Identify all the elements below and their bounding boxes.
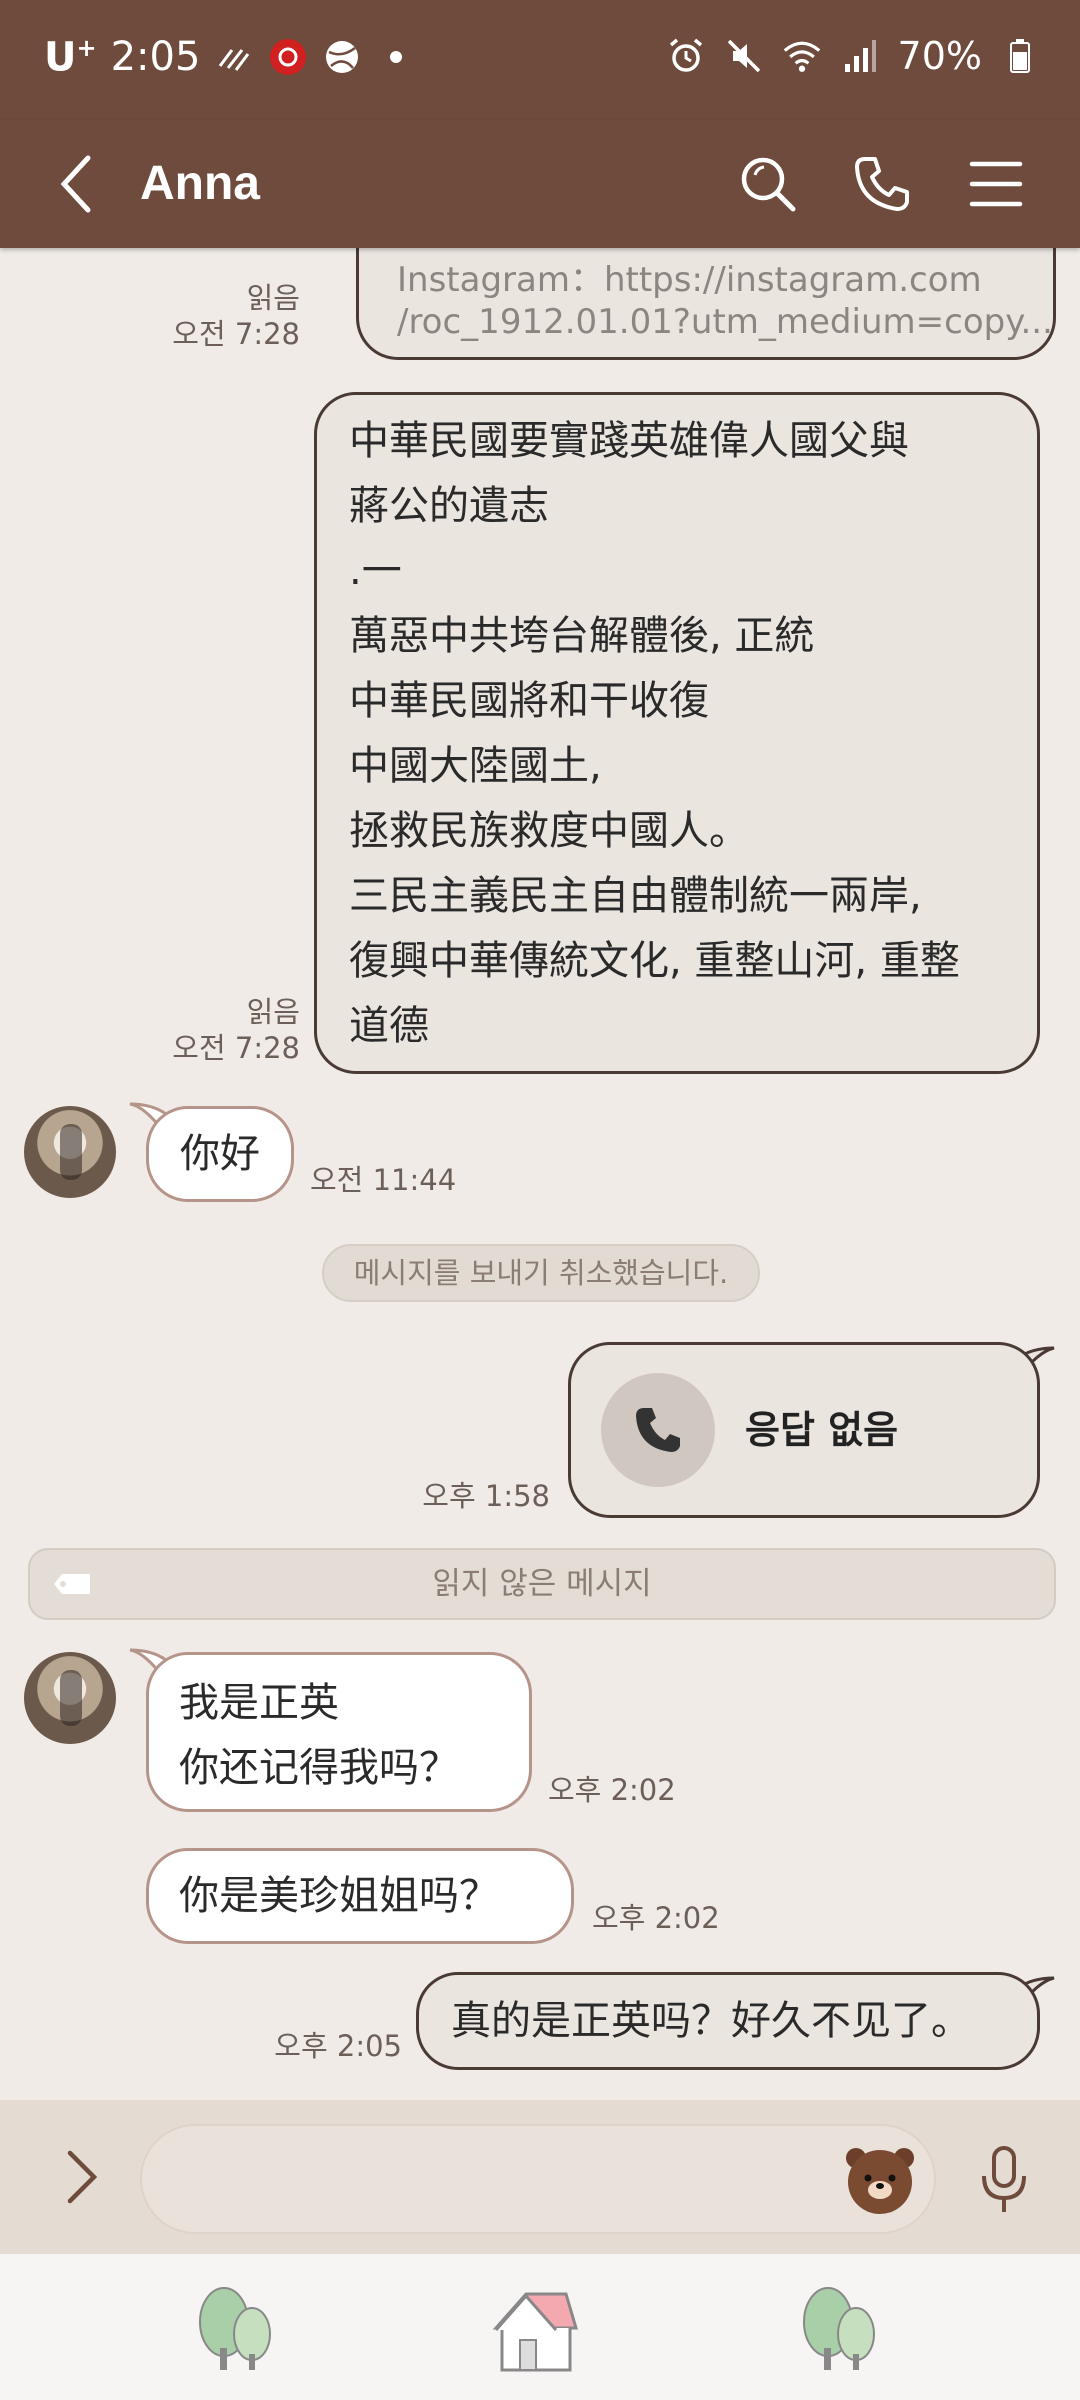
signal-icon (840, 36, 880, 76)
unread-divider-text: 읽지 않은 메시지 (432, 1566, 652, 1602)
system-notice-text: 메시지를 보내기 취소했습니다. (353, 1256, 729, 1290)
clock: 2:05 (110, 34, 201, 81)
alarm-icon (666, 36, 706, 76)
carrier-label: U+ (44, 34, 97, 80)
brown-bear-emoji-icon (846, 2148, 914, 2214)
tag-icon (54, 1574, 90, 1594)
message-line: 中國大陸國土, (349, 743, 602, 789)
message-text: 你是美珍姐姐吗？ (179, 1873, 499, 1919)
system-notice: 메시지를 보내기 취소했습니다. (322, 1244, 760, 1302)
message-time: 오전 7:28 (172, 317, 300, 351)
phone-icon (636, 1408, 680, 1452)
phone-icon (855, 157, 909, 211)
message-time: 오후 2:02 (592, 1901, 720, 1935)
search-button[interactable] (724, 140, 812, 228)
avatar[interactable] (24, 1106, 116, 1198)
message-time: 오후 2:05 (274, 2029, 402, 2063)
call-status: 응답 없음 (745, 1408, 899, 1452)
message-meta: 읽음 오전 7:28 (150, 994, 300, 1066)
read-receipt: 읽음 (246, 281, 300, 315)
back-icon (60, 155, 91, 213)
message-line: 三民主義民主自由體制統一兩岸, (349, 873, 922, 919)
message-time: 오후 1:58 (422, 1479, 550, 1513)
mute-icon (724, 36, 764, 76)
carrier-sup: + (76, 34, 97, 62)
data-saver-icon (214, 37, 254, 77)
message-line: 拯救民族救度中國人。 (349, 808, 749, 854)
message-time: 오전 7:28 (172, 1031, 300, 1065)
outgoing-message[interactable]: 真的是正英吗？好久不见了。 (416, 1972, 1040, 2070)
trees-icon (803, 2287, 875, 2370)
wifi-icon (782, 36, 822, 76)
microphone-icon (982, 2146, 1026, 2212)
emoji-button[interactable] (842, 2140, 918, 2216)
trees-icon (199, 2287, 271, 2370)
battery-percent: 70% (897, 34, 982, 78)
missed-call-message[interactable]: 응답 없음 (568, 1342, 1040, 1518)
message-line: 蔣公的遺志 (349, 483, 549, 529)
chevron-right-icon (67, 2150, 98, 2204)
incoming-message[interactable]: 你是美珍姐姐吗？ (146, 1848, 574, 1944)
message-line: .一 (349, 548, 402, 594)
battery-icon (1000, 36, 1040, 76)
search-icon (741, 157, 796, 212)
call-button[interactable] (838, 140, 926, 228)
message-line: 復興中華傳統文化, 重整山河, 重整 (349, 938, 960, 984)
chat-header: Anna (0, 120, 1080, 248)
message-input-bar (0, 2100, 1080, 2254)
carrier-text: U (44, 34, 77, 81)
message-line: 道德 (349, 1003, 429, 1049)
message-line: 萬惡中共垮台解體後, 正統 (349, 613, 815, 659)
chat-title[interactable]: Anna (140, 144, 260, 224)
message-text: /roc_1912.01.01?utm_medium=copy... (397, 302, 1053, 342)
message-time: 오전 11:44 (310, 1163, 457, 1197)
message-text: 你好 (180, 1131, 260, 1177)
avatar[interactable] (24, 1652, 116, 1744)
message-text: 你还记得我吗？ (179, 1745, 459, 1791)
status-left: U+ 2:05 (44, 34, 416, 80)
home-icon (492, 2292, 579, 2372)
nav-friends-button[interactable] (186, 2284, 282, 2374)
back-button[interactable] (56, 142, 126, 226)
message-line: 中華民國要實踐英雄偉人國父與 (349, 418, 909, 464)
outgoing-message-link[interactable]: Instagram：https://instagram.com /roc_191… (356, 248, 1056, 360)
chat-area[interactable]: 읽음 오전 7:28 Instagram：https://instagram.c… (0, 248, 1080, 2100)
incoming-message[interactable]: 你好 (146, 1106, 294, 1202)
status-bar: U+ 2:05 70% (0, 0, 1080, 120)
incoming-message[interactable]: 我是正英 你还记得我吗？ (146, 1652, 532, 1812)
message-input[interactable] (140, 2124, 936, 2234)
status-right: 70% (666, 34, 1040, 78)
bottom-navigation (0, 2254, 1080, 2400)
message-text: 我是正英 (179, 1680, 339, 1726)
message-time: 오후 2:02 (548, 1773, 676, 1807)
expand-button[interactable] (52, 2142, 112, 2212)
nav-home-button[interactable] (488, 2284, 584, 2374)
outgoing-message[interactable]: 中華民國要實踐英雄偉人國父與 蔣公的遺志 .一 萬惡中共垮台解體後, 正統 中華… (314, 392, 1040, 1074)
menu-button[interactable] (952, 140, 1040, 228)
app-notification-icon (268, 37, 308, 77)
microphone-button[interactable] (972, 2140, 1036, 2220)
dot-icon (376, 37, 416, 77)
call-circle (601, 1373, 715, 1487)
ball-app-icon (322, 37, 362, 77)
nav-timeline-button[interactable] (790, 2284, 886, 2374)
message-meta: 읽음 오전 7:28 (150, 280, 300, 352)
message-line: 中華民國將和干收復 (349, 678, 709, 724)
message-text: 真的是正英吗？好久不见了。 (451, 1998, 971, 2044)
menu-icon (969, 161, 1023, 207)
unread-divider: 읽지 않은 메시지 (28, 1548, 1056, 1620)
message-text: Instagram：https://instagram.com (397, 260, 982, 300)
read-receipt: 읽음 (246, 995, 300, 1029)
